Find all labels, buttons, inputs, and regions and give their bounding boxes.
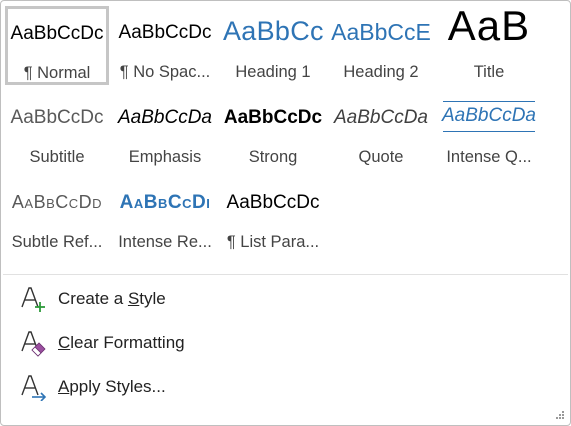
create-style-label: Create a Style (58, 289, 166, 308)
style-name: Strong (248, 148, 298, 166)
quote-border-top (443, 101, 535, 102)
clear-formatting-menu-item[interactable]: Clear Formatting (1, 321, 570, 365)
style-name: ¶ Normal (23, 64, 91, 82)
apply-styles-menu-item[interactable]: Apply Styles... (1, 365, 570, 409)
style-name: Intense Re... (118, 233, 212, 251)
styles-gallery: AaBbCcDc ¶ Normal AaBbCcDc ¶ No Spac... … (3, 2, 563, 267)
style-name: Heading 2 (343, 63, 419, 81)
styles-menu: Create a Style Clear Formatting Apply St… (1, 277, 570, 409)
menu-divider (3, 274, 568, 275)
style-name: Quote (358, 148, 404, 166)
style-normal[interactable]: AaBbCcDc ¶ Normal (5, 6, 109, 85)
style-strong[interactable]: AaBbCcDc Strong (221, 91, 325, 170)
style-preview: AaBbCc (223, 16, 323, 46)
style-heading-1[interactable]: AaBbCc Heading 1 (221, 6, 325, 85)
style-name: Subtle Ref... (11, 233, 103, 251)
style-intense-quote[interactable]: AaBbCcDa Intense Q... (437, 91, 541, 170)
quote-border-bottom (443, 131, 535, 132)
style-preview: AaBbCcE (331, 19, 431, 45)
style-name: ¶ No Spac... (119, 63, 211, 81)
style-name: Intense Q... (446, 148, 532, 166)
style-preview: AaBbCcDc (10, 107, 104, 128)
style-name: Title (473, 63, 505, 81)
style-intense-reference[interactable]: AaBbCcDı Intense Re... (113, 176, 217, 255)
clear-formatting-label: Clear Formatting (58, 333, 185, 352)
style-name: ¶ List Para... (226, 233, 320, 251)
create-style-icon (21, 287, 45, 312)
style-subtitle[interactable]: AaBbCcDc Subtitle (5, 91, 109, 170)
style-preview: AaBbCcDa (118, 107, 212, 128)
style-name: Heading 1 (235, 63, 311, 81)
style-title[interactable]: AaB Title (437, 2, 541, 85)
style-name: Subtitle (29, 148, 85, 166)
resize-grip-icon[interactable] (555, 410, 565, 420)
style-preview: AaBbCcDd (11, 192, 103, 212)
style-preview: AaBbCcDa (442, 105, 536, 126)
style-no-spacing[interactable]: AaBbCcDc ¶ No Spac... (113, 6, 217, 85)
style-heading-2[interactable]: AaBbCcE Heading 2 (329, 6, 433, 85)
apply-styles-label: Apply Styles... (58, 377, 166, 396)
create-style-menu-item[interactable]: Create a Style (1, 277, 570, 321)
style-preview: AaBbCcDa (334, 107, 428, 128)
styles-gallery-panel: AaBbCcDc ¶ Normal AaBbCcDc ¶ No Spac... … (0, 0, 571, 426)
style-preview: AaBbCcDc (226, 192, 320, 213)
apply-styles-icon (21, 375, 47, 401)
style-preview: AaBbCcDc (10, 23, 104, 44)
style-list-paragraph[interactable]: AaBbCcDc ¶ List Para... (221, 176, 325, 255)
style-name: Emphasis (128, 148, 202, 166)
style-subtle-reference[interactable]: AaBbCcDd Subtle Ref... (5, 176, 109, 255)
style-preview: AaB (447, 2, 531, 49)
style-preview: AaBbCcDc (223, 107, 323, 128)
clear-formatting-icon (21, 331, 46, 357)
style-preview: AaBbCcDı (119, 192, 211, 213)
style-emphasis[interactable]: AaBbCcDa Emphasis (113, 91, 217, 170)
style-quote[interactable]: AaBbCcDa Quote (329, 91, 433, 170)
style-preview: AaBbCcDc (118, 22, 212, 43)
